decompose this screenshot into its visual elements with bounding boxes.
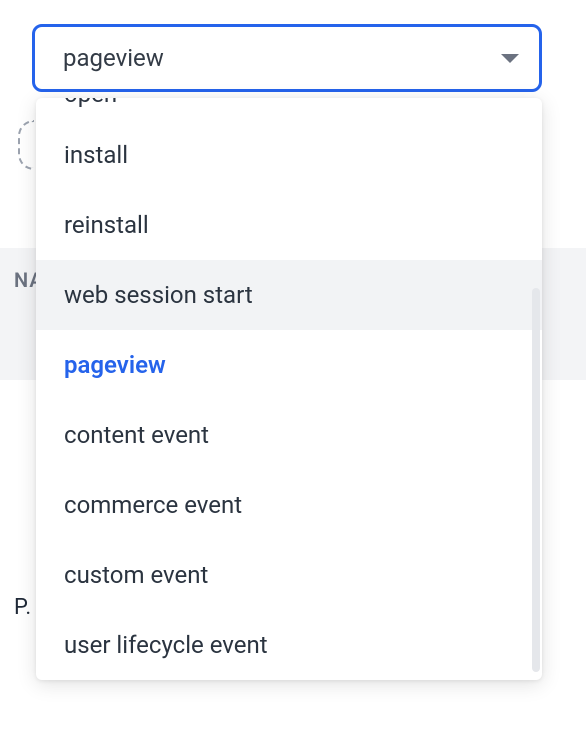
dropdown-option-label: web session start: [64, 281, 253, 309]
event-select-trigger[interactable]: pageview: [32, 24, 542, 92]
dropdown-option-label: pageview: [64, 351, 166, 379]
dropdown-option-label: install: [64, 141, 128, 169]
dropdown-option-label: content event: [64, 421, 209, 449]
dropdown-option-label: custom event: [64, 561, 208, 589]
dropdown-option[interactable]: reinstall: [36, 190, 542, 260]
dropdown-option[interactable]: web session start: [36, 260, 542, 330]
dropdown-option-label: open: [64, 98, 117, 108]
dropdown-option[interactable]: open: [36, 98, 542, 120]
dashed-capsule-fragment: [18, 120, 34, 170]
dropdown-scrollbar[interactable]: [532, 288, 540, 672]
dropdown-option[interactable]: pageview: [36, 330, 542, 400]
dropdown-option[interactable]: commerce event: [36, 470, 542, 540]
select-value: pageview: [63, 44, 164, 72]
dropdown-option[interactable]: install: [36, 120, 542, 190]
dropdown-option[interactable]: user lifecycle event: [36, 610, 542, 680]
dropdown-option[interactable]: custom event: [36, 540, 542, 610]
dropdown-option-label: reinstall: [64, 211, 149, 239]
dropdown-option-label: user lifecycle event: [64, 631, 268, 659]
chevron-down-icon: [501, 54, 519, 63]
dropdown-option-label: commerce event: [64, 491, 242, 519]
background-label: P.: [14, 595, 32, 620]
event-dropdown: open install reinstall web session start pag…: [36, 98, 542, 680]
dropdown-option[interactable]: content event: [36, 400, 542, 470]
